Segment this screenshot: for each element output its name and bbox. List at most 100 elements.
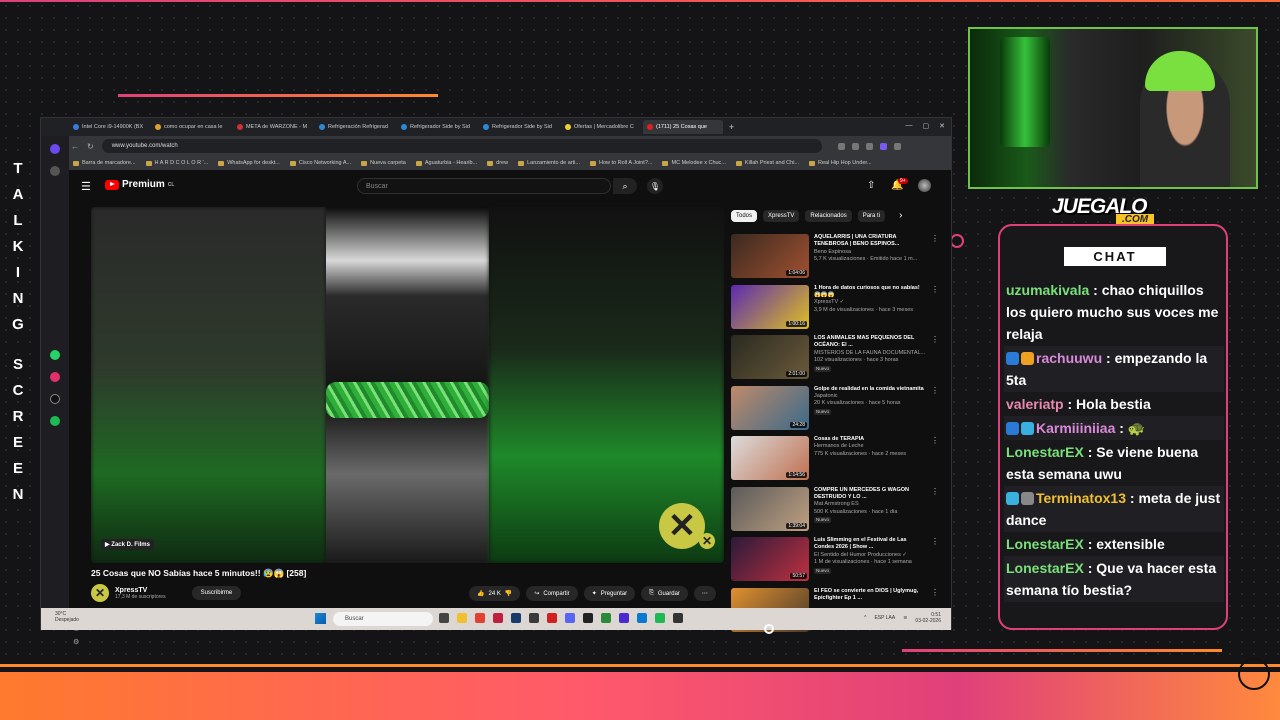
taskbar-search[interactable]: Buscar [333,612,433,626]
browser-tab[interactable]: Ofertas | Mercadolibre C [561,120,641,134]
maximize-icon[interactable]: ▢ [923,122,930,130]
bookmark-item[interactable]: Cisco Networking A... [289,160,351,166]
rec-title[interactable]: COMPRÉ UN MERCEDES G WAGON DESTRUIDO Y L… [814,487,926,502]
channel-name[interactable]: XpressTV [115,587,166,594]
chevron-up-icon[interactable]: ^ [864,615,866,621]
home-icon[interactable] [50,166,60,176]
new-tab-icon[interactable]: + [729,122,734,132]
bookmark-item[interactable]: Real Hip Hop Under... [809,160,872,166]
app-icon[interactable] [637,613,647,623]
rec-title[interactable]: AQUELARRIS | UNA CRIATURA TENEBROSA | BE… [814,234,926,249]
browser-tab[interactable]: Refrigerador Side by Sid [397,120,477,134]
close-icon[interactable]: ✕ [939,122,945,130]
browser-tab[interactable]: como ocupar en casa le [151,120,231,134]
weather-widget[interactable]: 30°C Despejado [55,611,79,623]
filter-chip[interactable]: Para ti [857,210,886,222]
rec-title[interactable]: 1 Hora de datos curiosos que no sabías! … [814,285,926,300]
app-icon[interactable] [529,613,539,623]
rec-title[interactable]: Golpe de realidad en la comida vietnamit… [814,386,926,393]
recommended-video[interactable]: 1:14:56 Cosas de TERAPIA Hermanos de Leche… [731,436,951,487]
search-icon[interactable]: ⌕ [613,178,637,194]
video-thumbnail[interactable]: 1:14:56 [731,436,809,480]
share-button[interactable]: ↪ Compartir [526,586,578,601]
rec-channel[interactable]: XpressTV ✓ [814,299,926,306]
video-thumbnail[interactable]: 50:57 [731,537,809,581]
app-icon[interactable] [673,613,683,623]
bookmark-item[interactable]: WhatsApp for deskt... [218,160,280,166]
browser-tab[interactable]: Refrigerador Side by Sid [479,120,559,134]
subscribe-button[interactable]: Suscribirme [191,586,242,600]
recommended-video[interactable]: 24:28 Golpe de realidad en la comida viet… [731,385,951,437]
filter-chip[interactable]: XpressTV [763,210,800,222]
rec-channel[interactable]: Japatonic [814,393,926,400]
save-button[interactable]: ⎘ Guardar [641,586,688,601]
rec-channel[interactable]: MISTERIOS DE LA FAUNA DOCUMENTAL... [814,350,926,357]
like-button[interactable]: 👍 24 K 👎 [469,586,521,601]
wifi-icon[interactable]: ≋ [903,615,907,621]
bookmark-item[interactable]: MC Melodee x Chuc... [662,160,726,166]
chat-username[interactable]: rachuuwu [1036,350,1102,366]
minimize-icon[interactable]: — [906,122,913,130]
chevron-right-icon[interactable]: › [899,210,902,222]
opera-icon[interactable] [493,613,503,623]
rec-title[interactable]: El FEO se convierte en DIOS | Uglymug, E… [814,588,926,603]
youtube-logo[interactable]: Premium CL [105,179,174,190]
rec-title[interactable]: Cosas de TERAPIA [814,436,926,443]
filter-chip[interactable]: Relacionados [805,210,852,222]
browser-tab[interactable]: Refrigeración Refrigerad [315,120,395,134]
ask-button[interactable]: ✦ Preguntar [583,586,636,601]
windows-start-icon[interactable] [315,613,326,624]
extension-icon[interactable] [865,142,873,150]
rec-channel[interactable]: El Sentido del Humor Producciones ✓ [814,552,926,559]
more-vert-icon[interactable]: ⋮ [931,234,941,285]
search-input[interactable]: Buscar [357,178,611,194]
bookmark-item[interactable]: Nueva carpeta [361,160,406,166]
browser-tab[interactable]: (1711) 25 Cosas que [643,120,723,134]
app-icon[interactable] [547,613,557,623]
rec-channel[interactable]: Mat Armstrong ES [814,501,926,508]
clock[interactable]: 0:51 03-02-2026 [915,612,941,624]
lang-indicator[interactable]: ESP LAA [874,615,895,621]
recommended-video[interactable]: 1:04:06 AQUELARRIS | UNA CRIATURA TENEBRO… [731,234,951,285]
filter-chip[interactable]: Todos [731,210,758,222]
bookmark-item[interactable]: Killah Priest and Chi... [735,160,799,166]
rec-title[interactable]: Luis Slimming en el Festival de Las Cond… [814,537,926,552]
video-thumbnail[interactable]: 1:39:04 [731,486,809,531]
app-icon[interactable] [601,613,611,623]
chat-username[interactable]: Terminatox13 [1036,490,1126,506]
browser-tab[interactable]: Intel Core i9-14900K (BX [69,120,149,134]
rec-channel[interactable]: Beno Espinosa [814,249,926,256]
whatsapp-icon[interactable] [50,350,60,360]
mic-icon[interactable]: 🎙 [647,178,663,194]
video-thumbnail[interactable]: 1:04:06 [731,234,809,278]
chat-username[interactable]: LonestarEX [1006,560,1084,576]
app-icon[interactable] [583,613,593,623]
tiktok-icon[interactable] [50,394,60,404]
browser-tab[interactable]: META de WARZONE - M [233,120,313,134]
explorer-icon[interactable] [457,613,467,623]
recommended-video[interactable]: 1:39:04 COMPRÉ UN MERCEDES G WAGON DESTRU… [731,486,951,538]
rec-channel[interactable]: Hermanos de Leche [814,443,926,450]
rec-title[interactable]: LOS ANIMALES MÁS PEQUEÑOS DEL OCÉANO: El… [814,335,926,350]
spotify-icon[interactable] [50,416,60,426]
more-vert-icon[interactable]: ⋮ [931,335,941,386]
steam-icon[interactable] [511,613,521,623]
chrome-icon[interactable] [475,613,485,623]
bookmark-item[interactable]: drew [487,160,508,166]
more-button[interactable]: ⋯ [693,586,716,601]
channel-avatar[interactable]: ✕ [91,584,109,602]
opera-icon[interactable] [50,144,60,154]
more-vert-icon[interactable]: ⋮ [931,537,941,588]
chat-username[interactable]: LonestarEX [1006,444,1084,460]
settings-icon[interactable]: ⚙ [73,638,79,646]
extension-icon[interactable] [851,142,859,150]
chat-username[interactable]: Karmiiiniiaa [1036,420,1115,436]
recommended-video[interactable]: 2:01:00 LOS ANIMALES MÁS PEQUEÑOS DEL OCÉ… [731,335,951,386]
more-vert-icon[interactable]: ⋮ [931,487,941,538]
more-vert-icon[interactable]: ⋮ [931,285,941,336]
reload-icon[interactable]: ↻ [87,142,94,151]
chat-username[interactable]: LonestarEX [1006,536,1084,552]
chat-username[interactable]: valeriatp [1006,396,1064,412]
thumb-down-icon[interactable]: 👎 [505,590,512,597]
bookmark-item[interactable]: Barra de marcadore... [73,160,136,166]
